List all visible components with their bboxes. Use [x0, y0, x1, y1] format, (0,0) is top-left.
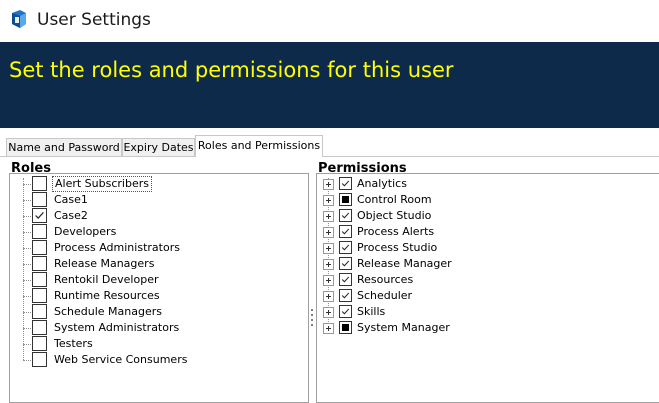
role-row[interactable]: Case1 — [10, 192, 308, 208]
role-checkbox[interactable] — [32, 336, 47, 351]
permission-checkbox[interactable] — [339, 225, 352, 238]
expand-plus-icon[interactable] — [323, 259, 334, 270]
permission-label: Resources — [357, 273, 414, 286]
role-row[interactable]: System Administrators — [10, 320, 308, 336]
tab-roles-and-permissions[interactable]: Roles and Permissions — [195, 135, 323, 157]
role-checkbox[interactable] — [32, 192, 47, 207]
permission-label: Control Room — [357, 193, 432, 206]
expand-plus-icon[interactable] — [323, 227, 334, 238]
expand-plus-icon[interactable] — [323, 307, 334, 318]
role-label: Case1 — [54, 193, 88, 206]
tab-strip: Name and Password Expiry Dates Roles and… — [0, 128, 659, 157]
permission-row[interactable]: Analytics — [317, 176, 657, 192]
splitter-handle[interactable] — [311, 307, 314, 329]
permission-label: Skills — [357, 305, 386, 318]
tab-name-and-password[interactable]: Name and Password — [6, 138, 122, 156]
permission-checkbox[interactable] — [339, 209, 352, 222]
role-row[interactable]: Release Managers — [10, 256, 308, 272]
role-label: Release Managers — [54, 257, 155, 270]
permission-checkbox[interactable] — [339, 305, 352, 318]
permission-checkbox[interactable] — [339, 289, 352, 302]
roles-tree[interactable]: Alert Subscribers Case1 Case2 Developers Pro… — [9, 173, 309, 403]
role-label: Testers — [54, 337, 93, 350]
expand-plus-icon[interactable] — [323, 179, 334, 190]
role-checkbox[interactable] — [32, 208, 47, 223]
tab-divider — [0, 156, 659, 157]
role-label: Case2 — [54, 209, 88, 222]
role-label: Runtime Resources — [54, 289, 160, 302]
partial-fill — [342, 196, 349, 203]
role-row[interactable]: Web Service Consumers — [10, 352, 308, 368]
role-checkbox[interactable] — [32, 224, 47, 239]
expand-plus-icon[interactable] — [323, 275, 334, 286]
permission-row[interactable]: Process Alerts — [317, 224, 657, 240]
role-row[interactable]: Process Administrators — [10, 240, 308, 256]
role-checkbox[interactable] — [32, 288, 47, 303]
permission-checkbox[interactable] — [339, 241, 352, 254]
role-row[interactable]: Case2 — [10, 208, 308, 224]
role-row[interactable]: Testers — [10, 336, 308, 352]
role-label: Web Service Consumers — [54, 353, 188, 366]
permission-row[interactable]: Resources — [317, 272, 657, 288]
permissions-tree[interactable]: Analytics Control Room Object Studio Proces… — [316, 173, 659, 403]
role-checkbox[interactable] — [32, 240, 47, 255]
permission-label: Process Alerts — [357, 225, 435, 238]
role-label: Rentokil Developer — [54, 273, 159, 286]
role-checkbox[interactable] — [32, 272, 47, 287]
title-bar: User Settings — [0, 0, 659, 42]
banner-text: Set the roles and permissions for this u… — [9, 58, 454, 82]
expand-plus-icon[interactable] — [323, 243, 334, 254]
expand-plus-icon[interactable] — [323, 291, 334, 302]
permission-label: Process Studio — [357, 241, 438, 254]
permission-checkbox[interactable] — [339, 321, 352, 334]
role-row[interactable]: Developers — [10, 224, 308, 240]
blue-prism-app-icon — [12, 10, 26, 28]
permission-label: Analytics — [357, 177, 407, 190]
permission-checkbox[interactable] — [339, 177, 352, 190]
role-checkbox[interactable] — [32, 256, 47, 271]
permission-label: System Manager — [357, 321, 450, 334]
permission-row[interactable]: Release Manager — [317, 256, 657, 272]
permission-checkbox[interactable] — [339, 193, 352, 206]
permission-row[interactable]: System Manager — [317, 320, 657, 336]
permission-label: Object Studio — [357, 209, 432, 222]
header-banner: Set the roles and permissions for this u… — [0, 42, 659, 128]
window-title: User Settings — [37, 10, 151, 30]
role-label: System Administrators — [54, 321, 180, 334]
role-label: Developers — [54, 225, 117, 238]
role-checkbox[interactable] — [32, 320, 47, 335]
role-row[interactable]: Alert Subscribers — [10, 176, 308, 192]
role-row[interactable]: Schedule Managers — [10, 304, 308, 320]
role-row[interactable]: Runtime Resources — [10, 288, 308, 304]
role-row[interactable]: Rentokil Developer — [10, 272, 308, 288]
permission-label: Release Manager — [357, 257, 452, 270]
role-checkbox[interactable] — [32, 176, 47, 191]
role-label: Schedule Managers — [54, 305, 162, 318]
expand-plus-icon[interactable] — [323, 195, 334, 206]
tab-expiry-dates[interactable]: Expiry Dates — [122, 138, 195, 156]
role-label: Alert Subscribers — [52, 176, 152, 192]
permission-row[interactable]: Process Studio — [317, 240, 657, 256]
permission-row[interactable]: Scheduler — [317, 288, 657, 304]
expand-plus-icon[interactable] — [323, 323, 334, 334]
role-checkbox[interactable] — [32, 352, 47, 367]
role-label: Process Administrators — [54, 241, 180, 254]
partial-fill — [342, 324, 349, 331]
permission-row[interactable]: Control Room — [317, 192, 657, 208]
role-checkbox[interactable] — [32, 304, 47, 319]
permission-row[interactable]: Object Studio — [317, 208, 657, 224]
expand-plus-icon[interactable] — [323, 211, 334, 222]
permission-checkbox[interactable] — [339, 273, 352, 286]
permission-row[interactable]: Skills — [317, 304, 657, 320]
permission-label: Scheduler — [357, 289, 413, 302]
permission-checkbox[interactable] — [339, 257, 352, 270]
